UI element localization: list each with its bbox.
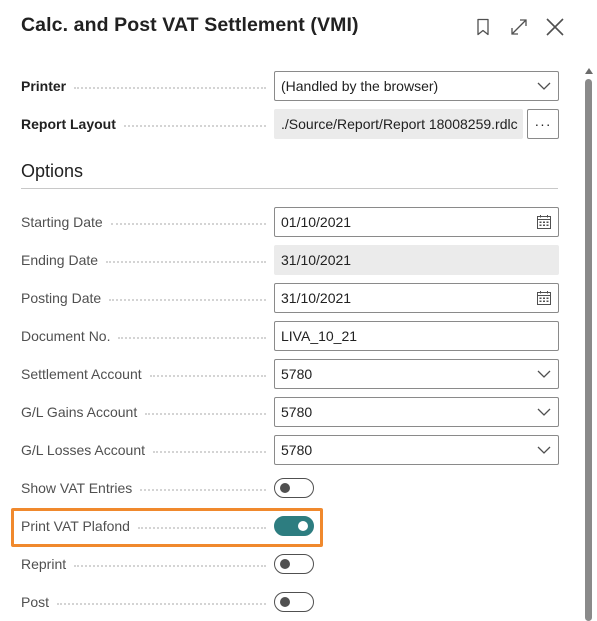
- toggle-knob: [298, 521, 308, 531]
- document-no-row: Document No. LIVA_10_21: [21, 321, 559, 351]
- expand-icon[interactable]: [509, 17, 529, 37]
- document-no-label: Document No.: [21, 321, 266, 351]
- gl-gains-account-row: G/L Gains Account 5780: [21, 397, 559, 427]
- print-vat-plafond-row: Print VAT Plafond: [21, 511, 558, 541]
- posting-date-label: Posting Date: [21, 283, 266, 313]
- settlement-account-label: Settlement Account: [21, 359, 266, 389]
- posting-date-value: 31/10/2021: [281, 290, 352, 306]
- settlement-account-select[interactable]: 5780: [274, 359, 559, 389]
- show-vat-entries-toggle[interactable]: [274, 478, 314, 498]
- post-row: Post: [21, 587, 558, 617]
- report-layout-field: ./Source/Report/Report 18008259.rdlc: [274, 109, 523, 139]
- chevron-down-icon: [536, 442, 552, 458]
- starting-date-row: Starting Date 01/10/2021: [21, 207, 559, 237]
- printer-value: (Handled by the browser): [281, 78, 439, 94]
- reprint-row: Reprint: [21, 549, 558, 579]
- options-section-title: Options: [21, 161, 84, 181]
- starting-date-input[interactable]: 01/10/2021: [274, 207, 559, 237]
- post-toggle[interactable]: [274, 592, 314, 612]
- gl-gains-account-select[interactable]: 5780: [274, 397, 559, 427]
- reprint-toggle[interactable]: [274, 554, 314, 574]
- gl-losses-account-label: G/L Losses Account: [21, 435, 266, 465]
- calendar-icon[interactable]: [536, 214, 552, 230]
- ending-date-label: Ending Date: [21, 245, 266, 275]
- calendar-icon[interactable]: [536, 290, 552, 306]
- show-vat-entries-label: Show VAT Entries: [21, 473, 266, 503]
- gl-losses-account-row: G/L Losses Account 5780: [21, 435, 559, 465]
- gl-gains-account-label: G/L Gains Account: [21, 397, 266, 427]
- scroll-up-icon[interactable]: [585, 68, 593, 74]
- posting-date-input[interactable]: 31/10/2021: [274, 283, 559, 313]
- posting-date-row: Posting Date 31/10/2021: [21, 283, 559, 313]
- report-layout-label: Report Layout: [21, 109, 266, 139]
- scroll-thumb[interactable]: [585, 79, 592, 621]
- gl-gains-account-value: 5780: [281, 404, 313, 420]
- chevron-down-icon: [536, 366, 552, 382]
- toggle-knob: [280, 483, 290, 493]
- document-no-input[interactable]: LIVA_10_21: [274, 321, 559, 351]
- chevron-down-icon: [536, 78, 552, 94]
- report-layout-value: ./Source/Report/Report 18008259.rdlc: [281, 116, 518, 132]
- ending-date-field: 31/10/2021: [274, 245, 559, 275]
- ending-date-value: 31/10/2021: [281, 252, 352, 268]
- gl-losses-account-select[interactable]: 5780: [274, 435, 559, 465]
- vertical-scrollbar[interactable]: [584, 68, 593, 621]
- post-label: Post: [21, 587, 266, 617]
- dialog-title: Calc. and Post VAT Settlement (VMI): [21, 14, 359, 36]
- toggle-knob: [280, 559, 290, 569]
- print-vat-plafond-toggle[interactable]: [274, 516, 314, 536]
- printer-row: Printer (Handled by the browser): [21, 71, 559, 101]
- report-layout-row: Report Layout ./Source/Report/Report 180…: [21, 109, 559, 139]
- ending-date-row: Ending Date 31/10/2021: [21, 245, 559, 275]
- starting-date-label: Starting Date: [21, 207, 266, 237]
- starting-date-value: 01/10/2021: [281, 214, 352, 230]
- chevron-down-icon: [536, 404, 552, 420]
- document-no-value: LIVA_10_21: [281, 328, 358, 344]
- toggle-knob: [280, 597, 290, 607]
- gl-losses-account-value: 5780: [281, 442, 313, 458]
- reprint-label: Reprint: [21, 549, 266, 579]
- settlement-account-value: 5780: [281, 366, 313, 382]
- bookmark-icon[interactable]: [473, 17, 493, 37]
- print-vat-plafond-label: Print VAT Plafond: [21, 511, 266, 541]
- show-vat-entries-row: Show VAT Entries: [21, 473, 558, 503]
- settlement-account-row: Settlement Account 5780: [21, 359, 559, 389]
- close-icon[interactable]: [545, 17, 565, 37]
- printer-select[interactable]: (Handled by the browser): [274, 71, 559, 101]
- section-divider: [21, 188, 558, 189]
- report-layout-more-button[interactable]: ···: [527, 109, 559, 139]
- printer-label: Printer: [21, 71, 266, 101]
